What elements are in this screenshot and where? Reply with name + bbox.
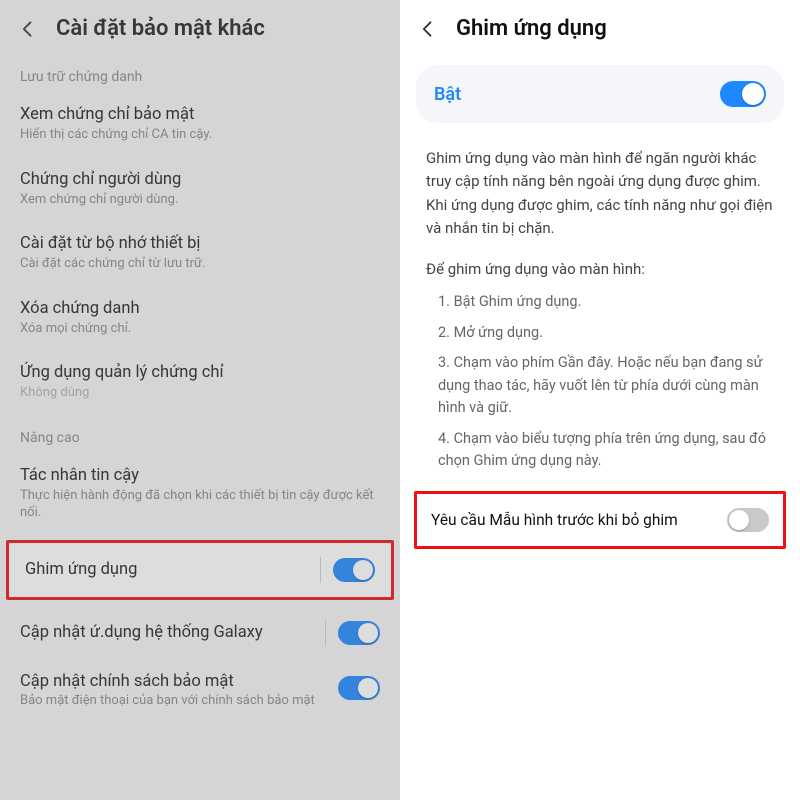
steps-intro: Để ghim ứng dụng vào màn hình:: [426, 258, 774, 281]
section-advanced: Nâng cao: [0, 416, 400, 454]
description-text: Ghim ứng dụng vào màn hình để ngăn người…: [426, 147, 774, 240]
row-pin-app[interactable]: Ghim ứng dụng: [9, 543, 391, 597]
settings-other-security: Cài đặt bảo mật khác Lưu trữ chứng danh …: [0, 0, 400, 800]
item-view-security-certs[interactable]: Xem chứng chỉ bảo mật Hiển thị các chứng…: [0, 93, 400, 158]
steps-list: 1. Bật Ghim ứng dụng. 2. Mở ứng dụng. 3.…: [426, 291, 774, 472]
item-cert-management-app[interactable]: Ứng dụng quản lý chứng chỉ Không dùng: [0, 351, 400, 416]
toggle-master[interactable]: [720, 81, 766, 107]
divider-icon: [320, 557, 321, 583]
row-galaxy-system-update[interactable]: Cập nhật ứ.dụng hệ thống Galaxy: [0, 606, 400, 660]
master-label: Bật: [434, 84, 461, 105]
divider-icon: [325, 620, 326, 646]
settings-pin-app: Ghim ứng dụng Bật Ghim ứng dụng vào màn …: [400, 0, 800, 800]
item-trusted-agents[interactable]: Tác nhân tin cậy Thực hiện hành động đã …: [0, 454, 400, 536]
item-user-certs[interactable]: Chứng chỉ người dùng Xem chứng chỉ người…: [0, 158, 400, 223]
back-icon[interactable]: [18, 19, 38, 39]
page-title: Cài đặt bảo mật khác: [56, 16, 265, 41]
appbar: Cài đặt bảo mật khác: [0, 0, 400, 55]
toggle-require-pattern[interactable]: [727, 508, 769, 532]
item-install-from-storage[interactable]: Cài đặt từ bộ nhớ thiết bị Cài đặt các c…: [0, 222, 400, 287]
row-security-policy-update[interactable]: Cập nhật chính sách bảo mật Bảo mật điện…: [0, 660, 400, 712]
toggle-galaxy-update[interactable]: [338, 621, 380, 645]
step-2: 2. Mở ứng dụng.: [438, 322, 774, 344]
step-4: 4. Chạm vào biểu tượng phía trên ứng dụn…: [438, 428, 774, 473]
step-1: 1. Bật Ghim ứng dụng.: [438, 291, 774, 313]
description: Ghim ứng dụng vào màn hình để ngăn người…: [400, 123, 800, 473]
highlight-pin-app: Ghim ứng dụng: [6, 540, 394, 600]
master-card: Bật: [416, 65, 784, 123]
page-title: Ghim ứng dụng: [456, 16, 607, 41]
item-clear-credentials[interactable]: Xóa chứng danh Xóa mọi chứng chỉ.: [0, 287, 400, 352]
section-credential-storage: Lưu trữ chứng danh: [0, 55, 400, 93]
toggle-pin-app[interactable]: [333, 558, 375, 582]
back-icon[interactable]: [418, 19, 438, 39]
require-pattern-label: Yêu cầu Mẫu hình trước khi bỏ ghim: [431, 511, 678, 529]
step-3: 3. Chạm vào phím Gần đây. Hoặc nếu bạn đ…: [438, 352, 774, 419]
appbar: Ghim ứng dụng: [400, 0, 800, 55]
highlight-require-pattern: Yêu cầu Mẫu hình trước khi bỏ ghim: [414, 491, 786, 549]
toggle-security-policy[interactable]: [338, 676, 380, 700]
